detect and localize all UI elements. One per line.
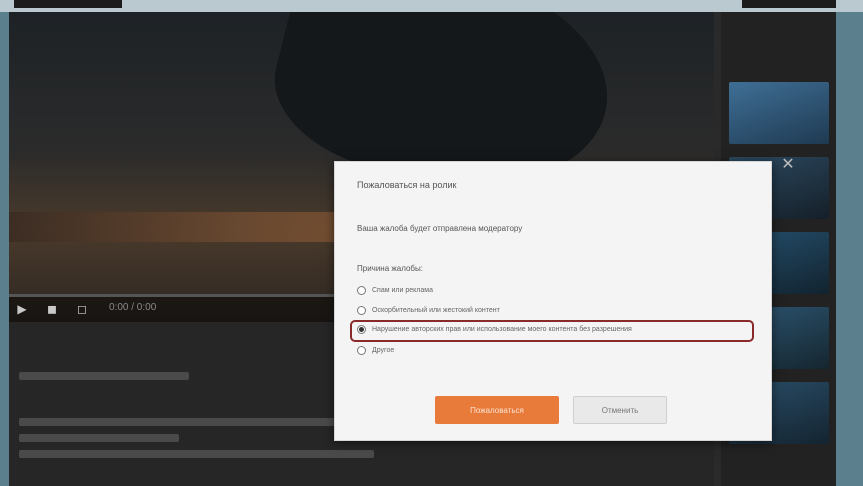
top-bar — [0, 0, 863, 12]
time-display: 0:00 / 0:00 — [109, 302, 157, 313]
report-dialog: Пожаловаться на ролик Ваша жалоба будет … — [334, 161, 772, 441]
reason-option[interactable]: Оскорбительный или жестокий контент — [357, 306, 500, 318]
reason-option-label: Другое — [372, 347, 395, 354]
reason-option-label: Нарушение авторских прав или использован… — [372, 326, 632, 333]
reason-label: Причина жалобы: — [357, 264, 423, 273]
reason-option[interactable]: Спам или реклама — [357, 286, 433, 298]
radio-button[interactable] — [357, 306, 366, 315]
radio-button-selected[interactable] — [357, 325, 366, 334]
reason-option-label: Оскорбительный или жестокий контент — [372, 307, 500, 314]
related-video-thumbnail[interactable] — [729, 82, 829, 144]
description-line — [19, 434, 179, 442]
title-line — [19, 372, 189, 380]
play-icon[interactable]: ▶ — [15, 302, 29, 316]
dialog-question: Ваша жалоба будет отправлена модератору — [357, 224, 523, 233]
close-icon[interactable]: ✕ — [779, 156, 797, 174]
volume-icon[interactable]: ◼ — [45, 302, 59, 316]
dialog-title: Пожаловаться на ролик — [357, 180, 457, 190]
settings-icon[interactable]: ◻ — [75, 302, 89, 316]
reason-option[interactable]: Другое — [357, 346, 394, 358]
reason-option-selected[interactable]: Нарушение авторских прав или использован… — [357, 325, 632, 337]
top-right-block — [742, 0, 836, 8]
top-left-block — [14, 0, 122, 8]
reason-option-label: Спам или реклама — [372, 287, 433, 294]
radio-button[interactable] — [357, 286, 366, 295]
description-line — [19, 450, 374, 458]
cancel-button[interactable]: Отменить — [573, 396, 667, 424]
description-line — [19, 418, 339, 426]
radio-button[interactable] — [357, 346, 366, 355]
submit-report-button[interactable]: Пожаловаться — [435, 396, 559, 424]
